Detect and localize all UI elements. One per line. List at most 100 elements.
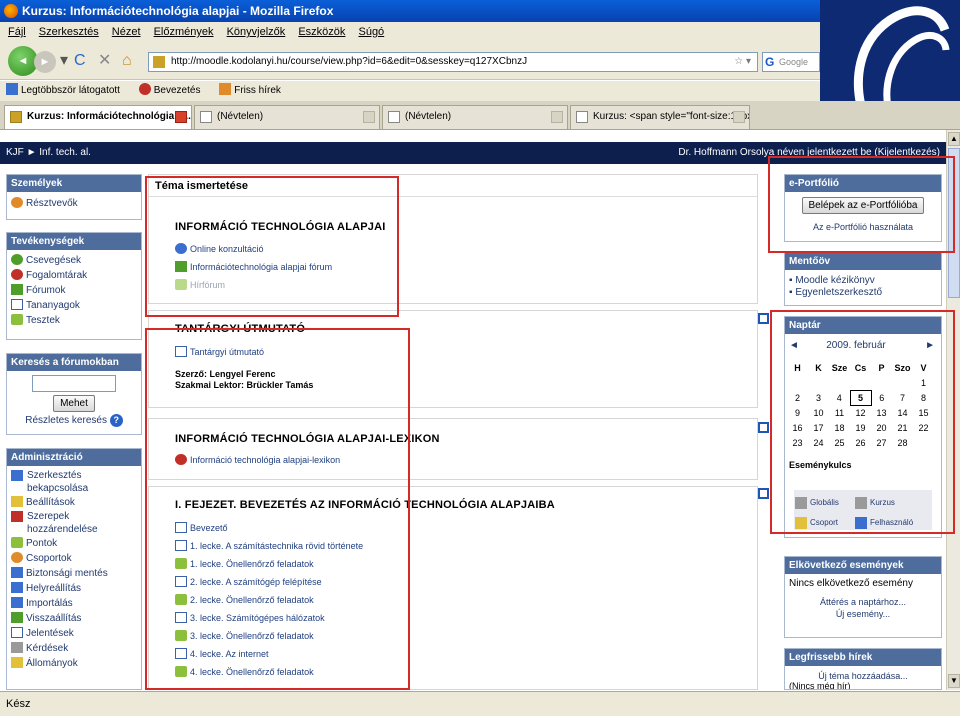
goto-calendar-link[interactable]: Áttérés a naptárhoz... bbox=[785, 597, 941, 607]
admin-grades[interactable]: Pontok bbox=[7, 536, 141, 551]
forum-icon bbox=[11, 284, 23, 295]
scroll-down-icon[interactable]: ▼ bbox=[948, 674, 960, 688]
admin-reports[interactable]: Jelentések bbox=[7, 626, 141, 641]
admin-assign-roles[interactable]: Szerepek hozzárendelése bbox=[7, 510, 141, 536]
menu-help[interactable]: Súgó bbox=[358, 26, 384, 38]
section-2-toggle-icon[interactable] bbox=[758, 422, 769, 433]
rss-icon bbox=[219, 83, 232, 95]
bookmark-most-visited[interactable]: Legtöbbször látogatott bbox=[6, 83, 128, 96]
participants-link[interactable]: Résztvevők bbox=[7, 196, 141, 211]
quiz-icon bbox=[11, 314, 23, 325]
address-bar[interactable]: http://moodle.kodolanyi.hu/course/view.p… bbox=[148, 52, 758, 72]
admin-questions[interactable]: Kérdések bbox=[7, 641, 141, 656]
resource-icon bbox=[11, 299, 23, 310]
edit-icon bbox=[11, 470, 23, 481]
moodle-manual-link[interactable]: ▪ Moodle kézikönyv bbox=[785, 275, 941, 287]
link-label: Állományok bbox=[26, 658, 78, 669]
block-lifebelt: Mentőöv ▪ Moodle kézikönyv ▪ Egyenletsze… bbox=[784, 252, 942, 306]
link-label: Fogalomtárak bbox=[26, 270, 88, 281]
tab-label: (Névtelen) bbox=[217, 111, 264, 122]
block-title: Elkövetkező események bbox=[785, 557, 941, 574]
close-tab-icon[interactable] bbox=[733, 111, 745, 123]
bookmark-star-icon[interactable]: ☆ ▾ bbox=[734, 53, 751, 71]
admin-restore[interactable]: Helyreállítás bbox=[7, 581, 141, 596]
activity-chats[interactable]: Csevegések bbox=[7, 253, 141, 268]
section-1-toggle-icon[interactable] bbox=[758, 313, 769, 324]
bookmark-intro[interactable]: Bevezetés bbox=[138, 83, 209, 96]
equation-editor-link[interactable]: ▪ Egyenletszerkesztő bbox=[785, 287, 941, 299]
advanced-search-link[interactable]: Részletes keresés ? bbox=[7, 414, 141, 427]
block-forum-search: Keresés a fórumokban Mehet Részletes ker… bbox=[6, 353, 142, 435]
link-label: Szerepek hozzárendelése bbox=[27, 511, 98, 535]
tab-unnamed-1[interactable]: (Névtelen) bbox=[194, 105, 380, 129]
home-icon[interactable]: ⌂ bbox=[122, 53, 132, 69]
link-label: Csoportok bbox=[26, 553, 72, 564]
stop-icon[interactable]: ✕ bbox=[98, 53, 111, 69]
link-label: Tesztek bbox=[26, 315, 60, 326]
close-tab-icon[interactable] bbox=[175, 111, 187, 123]
tab-course-2[interactable]: Kurzus: <span style="font-size:19px"... bbox=[570, 105, 750, 129]
admin-import[interactable]: Importálás bbox=[7, 596, 141, 611]
menu-bookmarks[interactable]: Könyvjelzők bbox=[227, 26, 286, 38]
menu-history[interactable]: Előzmények bbox=[154, 26, 214, 38]
breadcrumb: KJF ► Inf. tech. al. bbox=[6, 147, 91, 158]
block-title: Személyek bbox=[7, 175, 141, 192]
link-label: Kérdések bbox=[26, 643, 69, 654]
admin-groups[interactable]: Csoportok bbox=[7, 551, 141, 566]
search-box[interactable]: G Google bbox=[762, 52, 820, 72]
block-title: Tevékenységek bbox=[7, 233, 141, 250]
navigation-toolbar: ◄ ► ▾ C ✕ ⌂ http://moodle.kodolanyi.hu/c… bbox=[0, 42, 820, 80]
add-topic-link[interactable]: Új téma hozzáadása... bbox=[785, 671, 941, 681]
admin-backup[interactable]: Biztonsági mentés bbox=[7, 566, 141, 581]
admin-files[interactable]: Állományok bbox=[7, 656, 141, 671]
link-label: Egyenletszerkesztő bbox=[795, 287, 883, 298]
breadcrumb-home[interactable]: KJF bbox=[6, 147, 24, 158]
reset-icon bbox=[11, 612, 23, 623]
status-text: Kész bbox=[6, 698, 31, 710]
tab-favicon bbox=[388, 111, 400, 123]
tab-bar: Kurzus: Információtechnológia al... (Név… bbox=[0, 101, 960, 130]
tab-favicon bbox=[576, 111, 588, 123]
forward-button[interactable]: ► bbox=[34, 51, 56, 73]
menu-edit[interactable]: Szerkesztés bbox=[39, 26, 99, 38]
bookmark-label: Legtöbbször látogatott bbox=[21, 85, 120, 96]
reports-icon bbox=[11, 627, 23, 638]
activity-forums[interactable]: Fórumok bbox=[7, 283, 141, 298]
close-tab-icon[interactable] bbox=[551, 111, 563, 123]
most-visited-icon bbox=[6, 83, 18, 95]
block-administration: Adminisztráció Szerkesztés bekapcsolása … bbox=[6, 448, 142, 690]
link-label: Jelentések bbox=[26, 628, 74, 639]
link-label: Importálás bbox=[26, 598, 73, 609]
admin-edit-on[interactable]: Szerkesztés bekapcsolása bbox=[7, 469, 141, 495]
highlight-box bbox=[145, 328, 410, 690]
link-label: Pontok bbox=[26, 538, 58, 549]
activity-quizzes[interactable]: Tesztek bbox=[7, 313, 141, 328]
menu-file[interactable]: Fájl bbox=[8, 26, 26, 38]
activity-resources[interactable]: Tananyagok bbox=[7, 298, 141, 313]
menu-view[interactable]: Nézet bbox=[112, 26, 141, 38]
bookmark-label: Bevezetés bbox=[153, 85, 201, 96]
breadcrumb-course[interactable]: Inf. tech. al. bbox=[39, 147, 91, 158]
admin-reset[interactable]: Visszaállítás bbox=[7, 611, 141, 626]
bookmark-news[interactable]: Friss hírek bbox=[219, 83, 289, 96]
tab-course[interactable]: Kurzus: Információtechnológia al... bbox=[4, 105, 192, 129]
help-icon[interactable]: ? bbox=[109, 414, 123, 427]
menu-tools[interactable]: Eszközök bbox=[298, 26, 345, 38]
no-news-text: (Nincs még hír) bbox=[789, 681, 851, 690]
highlight-box bbox=[770, 310, 955, 534]
address-url: http://moodle.kodolanyi.hu/course/view.p… bbox=[171, 56, 528, 67]
search-go-button[interactable]: Mehet bbox=[53, 395, 95, 412]
new-event-link[interactable]: Új esemény... bbox=[785, 609, 941, 619]
section-3-toggle-icon[interactable] bbox=[758, 488, 769, 499]
close-tab-icon[interactable] bbox=[363, 111, 375, 123]
tab-unnamed-2[interactable]: (Névtelen) bbox=[382, 105, 568, 129]
questions-icon bbox=[11, 642, 23, 653]
activity-glossaries[interactable]: Fogalomtárak bbox=[7, 268, 141, 283]
link-label: Tananyagok bbox=[26, 300, 80, 311]
scroll-up-icon[interactable]: ▲ bbox=[948, 132, 960, 146]
reload-icon[interactable]: C bbox=[74, 53, 86, 69]
forum-search-input[interactable] bbox=[32, 375, 116, 392]
window-title: Kurzus: Információtechnológia alapjai - … bbox=[22, 4, 334, 18]
dropdown-icon[interactable]: ▾ bbox=[60, 53, 68, 69]
admin-settings[interactable]: Beállítások bbox=[7, 495, 141, 510]
